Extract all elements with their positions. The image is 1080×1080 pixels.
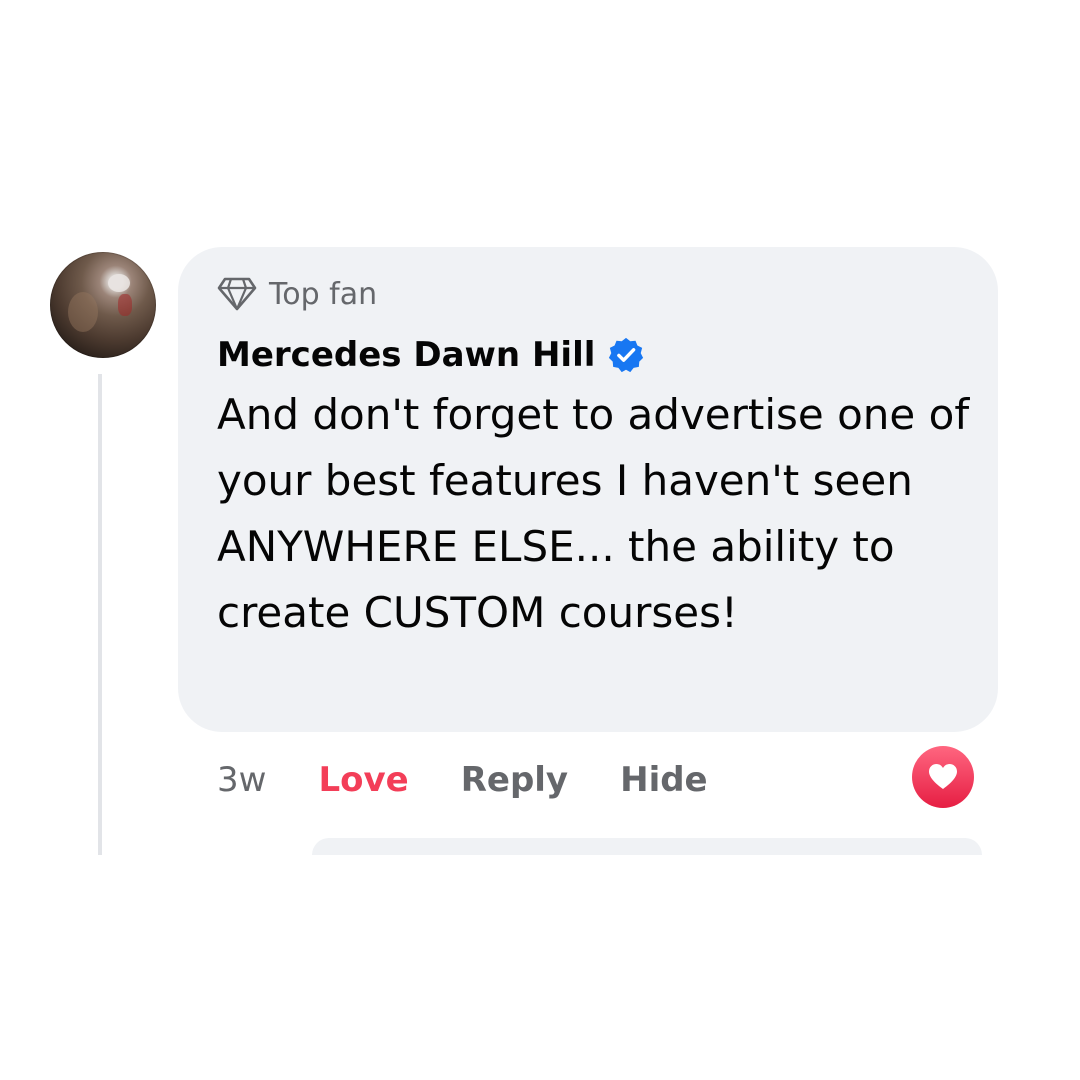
avatar-detail bbox=[108, 274, 130, 292]
top-fan-badge[interactable]: Top fan bbox=[217, 274, 377, 314]
heart-icon bbox=[929, 764, 957, 789]
avatar-detail bbox=[68, 292, 98, 332]
hide-button[interactable]: Hide bbox=[620, 760, 708, 800]
avatar-detail bbox=[118, 294, 132, 316]
diamond-icon bbox=[217, 277, 257, 311]
author-row: Mercedes Dawn Hill bbox=[217, 330, 645, 380]
love-button[interactable]: Love bbox=[318, 760, 408, 800]
next-comment-bubble bbox=[312, 838, 982, 855]
reaction-summary[interactable] bbox=[912, 746, 974, 808]
badge-label: Top fan bbox=[269, 276, 378, 312]
blank-area bbox=[0, 855, 1080, 1080]
thread-line bbox=[98, 374, 102, 855]
reply-button[interactable]: Reply bbox=[461, 760, 568, 800]
comment-thread: Top fan Mercedes Dawn Hill And don't for… bbox=[0, 0, 1080, 1080]
verified-badge-icon bbox=[609, 337, 644, 373]
timestamp-link[interactable]: 3w bbox=[217, 760, 266, 800]
avatar[interactable] bbox=[50, 252, 156, 358]
author-name[interactable]: Mercedes Dawn Hill bbox=[217, 335, 595, 375]
comment-text: And don't forget to advertise one of you… bbox=[217, 390, 970, 637]
comment-actions: 3w Love Reply Hide bbox=[217, 755, 760, 805]
